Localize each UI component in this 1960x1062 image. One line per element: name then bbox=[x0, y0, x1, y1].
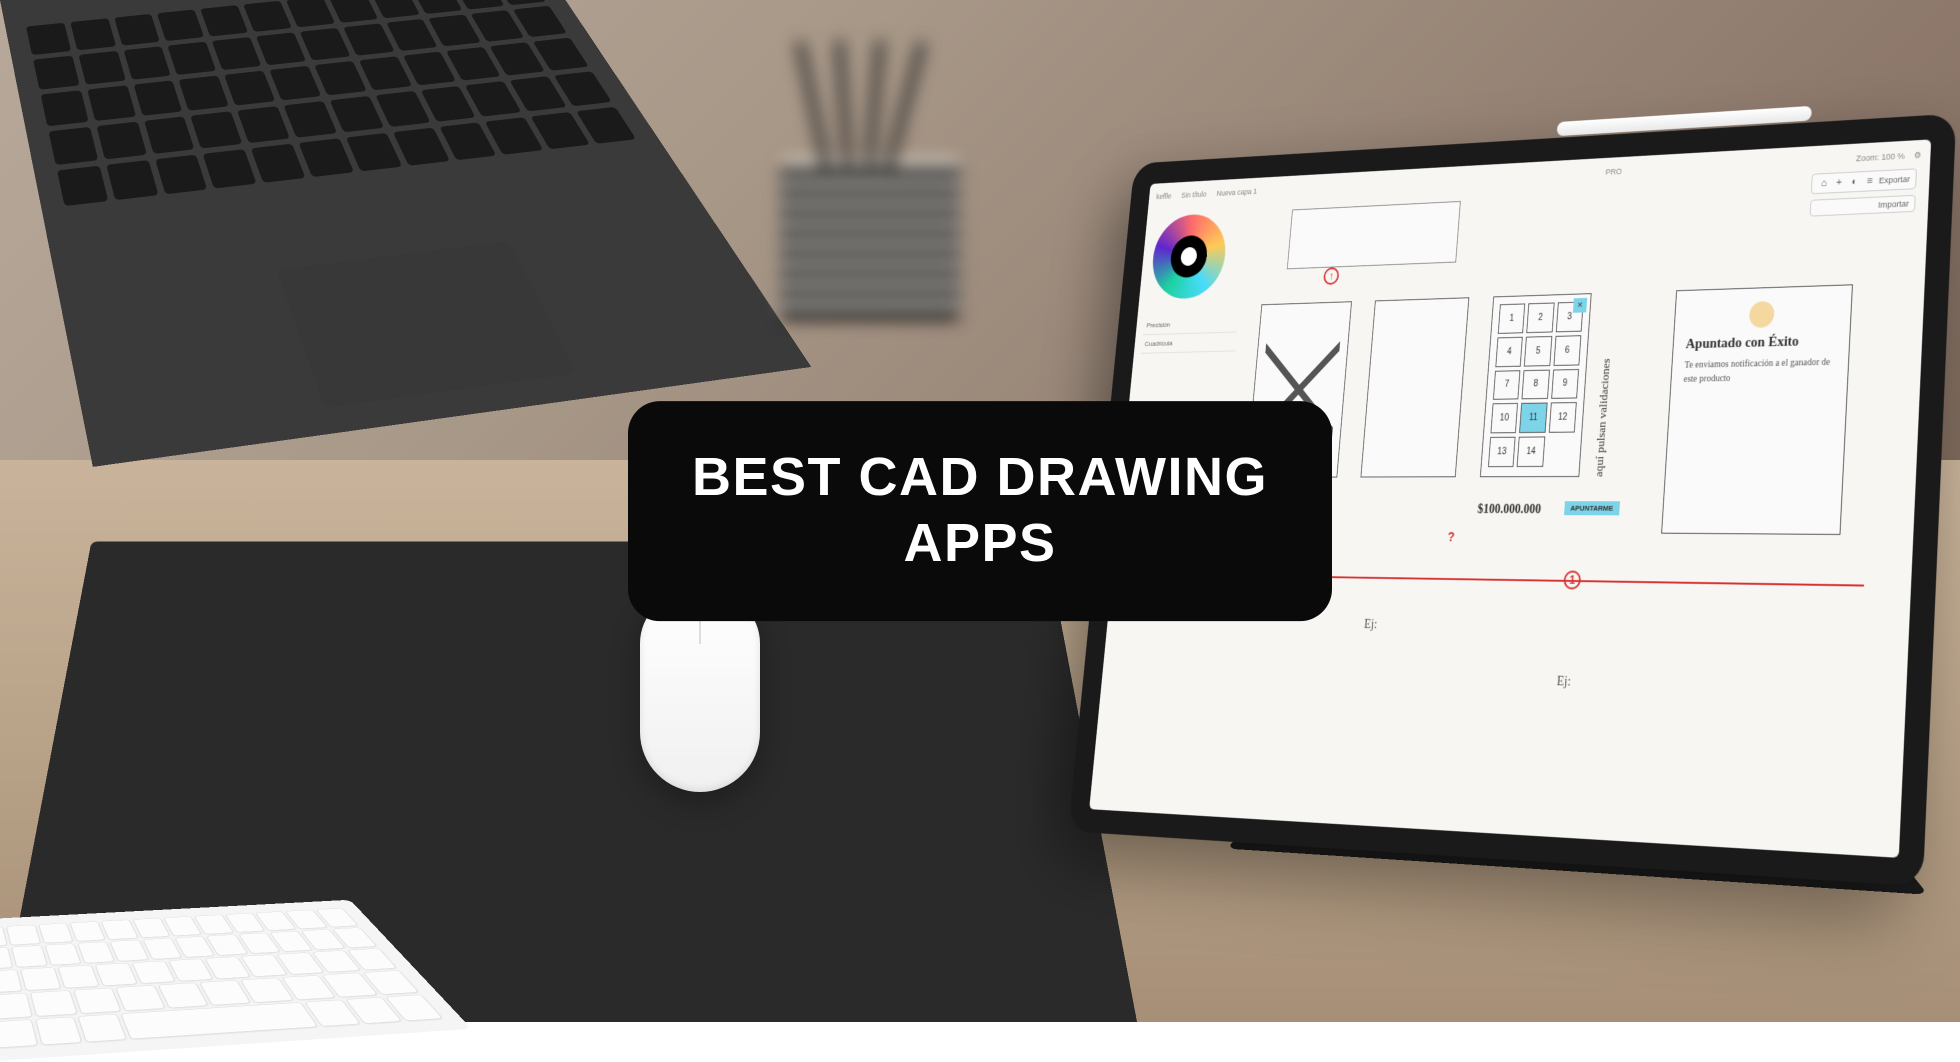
menu-icon: ≡ bbox=[1863, 174, 1876, 188]
right-toolbar: ⌂ + ◐ ≡ Exportar Importar bbox=[1810, 168, 1917, 216]
red-marker-question: ? bbox=[1442, 527, 1460, 545]
gear-icon: ⚙ bbox=[1914, 150, 1922, 161]
wireframe-note-card: Apuntado con Éxito Te enviamos notificac… bbox=[1661, 284, 1853, 535]
price-label: $100.000.000 bbox=[1477, 503, 1542, 518]
zoom-level: Zoom: 100 % bbox=[1856, 151, 1905, 163]
layer-name: Nueva capa 1 bbox=[1216, 187, 1257, 198]
home-icon: ⌂ bbox=[1817, 177, 1830, 191]
keypad-key: 2 bbox=[1527, 303, 1555, 333]
purchase-button: APUNTARME bbox=[1564, 501, 1620, 515]
title-text: BEST CAD DRAWING APPS bbox=[692, 445, 1268, 577]
keypad-key: 5 bbox=[1524, 336, 1552, 366]
red-marker-one: 1 bbox=[1563, 570, 1581, 589]
keypad-key: 1 bbox=[1498, 303, 1526, 333]
app-name: keffle bbox=[1156, 192, 1172, 201]
doc-name: Sin título bbox=[1181, 190, 1207, 200]
import-label: Importar bbox=[1878, 199, 1909, 210]
pro-badge: PRO bbox=[1605, 167, 1622, 177]
close-icon: × bbox=[1573, 298, 1587, 313]
keypad-key: 7 bbox=[1493, 370, 1521, 400]
workspace-photo: keffle Sin título Nueva capa 1 PRO Zoom:… bbox=[0, 0, 1960, 1022]
top-widget-panel bbox=[1287, 201, 1461, 269]
keypad-key: 6 bbox=[1553, 335, 1581, 366]
ej-label: Ej: bbox=[1556, 675, 1571, 691]
contrast-icon: ◐ bbox=[1848, 175, 1861, 189]
note-title: Apuntado con Éxito bbox=[1685, 333, 1837, 353]
wireless-mouse bbox=[640, 592, 760, 792]
color-picker-wheel bbox=[1149, 213, 1229, 300]
wireframe-frame-2 bbox=[1360, 297, 1469, 477]
plus-icon: + bbox=[1832, 176, 1845, 190]
laptop bbox=[0, 0, 811, 467]
note-body: Te enviamos notificación a el ganador de… bbox=[1683, 355, 1836, 386]
app-toolbar: keffle Sin título Nueva capa 1 PRO Zoom:… bbox=[1156, 146, 1922, 205]
keypad-key: 10 bbox=[1490, 403, 1518, 433]
keypad-key: 4 bbox=[1495, 337, 1523, 367]
stylus-pencil bbox=[1557, 106, 1812, 136]
keypad-key: 13 bbox=[1488, 437, 1516, 467]
title-overlay-badge: BEST CAD DRAWING APPS bbox=[628, 401, 1332, 621]
face-emoji-icon bbox=[1749, 301, 1775, 328]
keypad-key-selected: 11 bbox=[1519, 403, 1547, 433]
keypad-key: 12 bbox=[1549, 402, 1577, 432]
red-marker-arrow: ↑ bbox=[1323, 267, 1340, 285]
keypad-key: 8 bbox=[1522, 369, 1550, 399]
keypad-key: 9 bbox=[1551, 369, 1579, 400]
pen-holder bbox=[780, 60, 960, 320]
wireframe-keypad: × 1 2 3 4 5 6 7 8 9 10 11 12 13 bbox=[1480, 293, 1592, 477]
keypad-key: 14 bbox=[1517, 437, 1545, 467]
ej-label: Ej: bbox=[1364, 618, 1378, 633]
handwriting-annotation: aquí pulsan validaciones bbox=[1592, 292, 1618, 477]
grid-row: Cuadrícula bbox=[1141, 332, 1237, 353]
export-label: Exportar bbox=[1879, 174, 1911, 185]
